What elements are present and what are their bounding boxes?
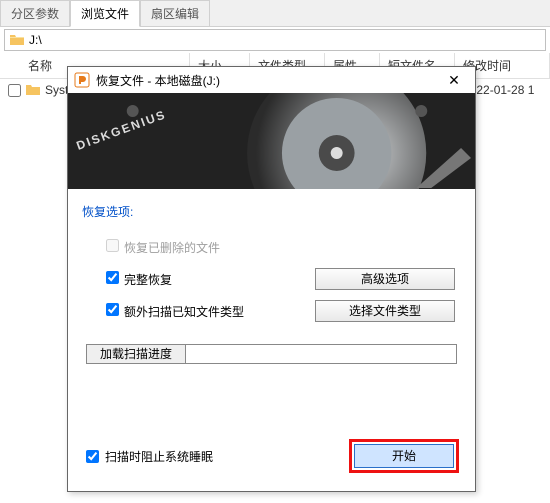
app-icon bbox=[74, 72, 90, 88]
lbl-sleep: 扫描时阻止系统睡眠 bbox=[105, 448, 349, 465]
dialog-footer: 扫描时阻止系统睡眠 开始 bbox=[68, 425, 475, 491]
advanced-button[interactable]: 高级选项 bbox=[315, 268, 455, 290]
types-button[interactable]: 选择文件类型 bbox=[315, 300, 455, 322]
lbl-deleted: 恢复已删除的文件 bbox=[124, 239, 455, 256]
folder-icon bbox=[9, 32, 25, 48]
progress-row: 加载扫描进度 bbox=[68, 344, 475, 364]
load-progress-button[interactable]: 加载扫描进度 bbox=[86, 344, 186, 364]
start-highlight: 开始 bbox=[349, 439, 459, 473]
chk-full[interactable] bbox=[106, 271, 119, 284]
chk-sleep[interactable] bbox=[86, 450, 99, 463]
lbl-full: 完整恢复 bbox=[124, 271, 315, 288]
tabs: 分区参数 浏览文件 扇区编辑 bbox=[0, 0, 550, 27]
banner: DISKGENIUS bbox=[68, 93, 475, 189]
tab-sector-edit[interactable]: 扇区编辑 bbox=[140, 0, 210, 26]
start-button[interactable]: 开始 bbox=[354, 444, 454, 468]
folder-icon bbox=[25, 82, 41, 98]
tab-browse-files[interactable]: 浏览文件 bbox=[70, 0, 140, 27]
titlebar: 恢复文件 - 本地磁盘(J:) ✕ bbox=[68, 67, 475, 93]
path-bar bbox=[4, 29, 546, 51]
dialog-title: 恢复文件 - 本地磁盘(J:) bbox=[96, 72, 439, 89]
row-checkbox[interactable] bbox=[8, 84, 21, 97]
options-label: 恢复选项: bbox=[68, 189, 475, 226]
chk-deleted bbox=[106, 239, 119, 252]
path-input[interactable] bbox=[29, 31, 541, 49]
lbl-extra: 额外扫描已知文件类型 bbox=[124, 303, 315, 320]
tab-partition-params[interactable]: 分区参数 bbox=[0, 0, 70, 26]
close-icon[interactable]: ✕ bbox=[439, 72, 469, 89]
recover-dialog: 恢复文件 - 本地磁盘(J:) ✕ DISKGENIUS 恢复选项: 恢复已删除… bbox=[67, 66, 476, 492]
chk-extra[interactable] bbox=[106, 303, 119, 316]
progress-bar bbox=[186, 344, 457, 364]
